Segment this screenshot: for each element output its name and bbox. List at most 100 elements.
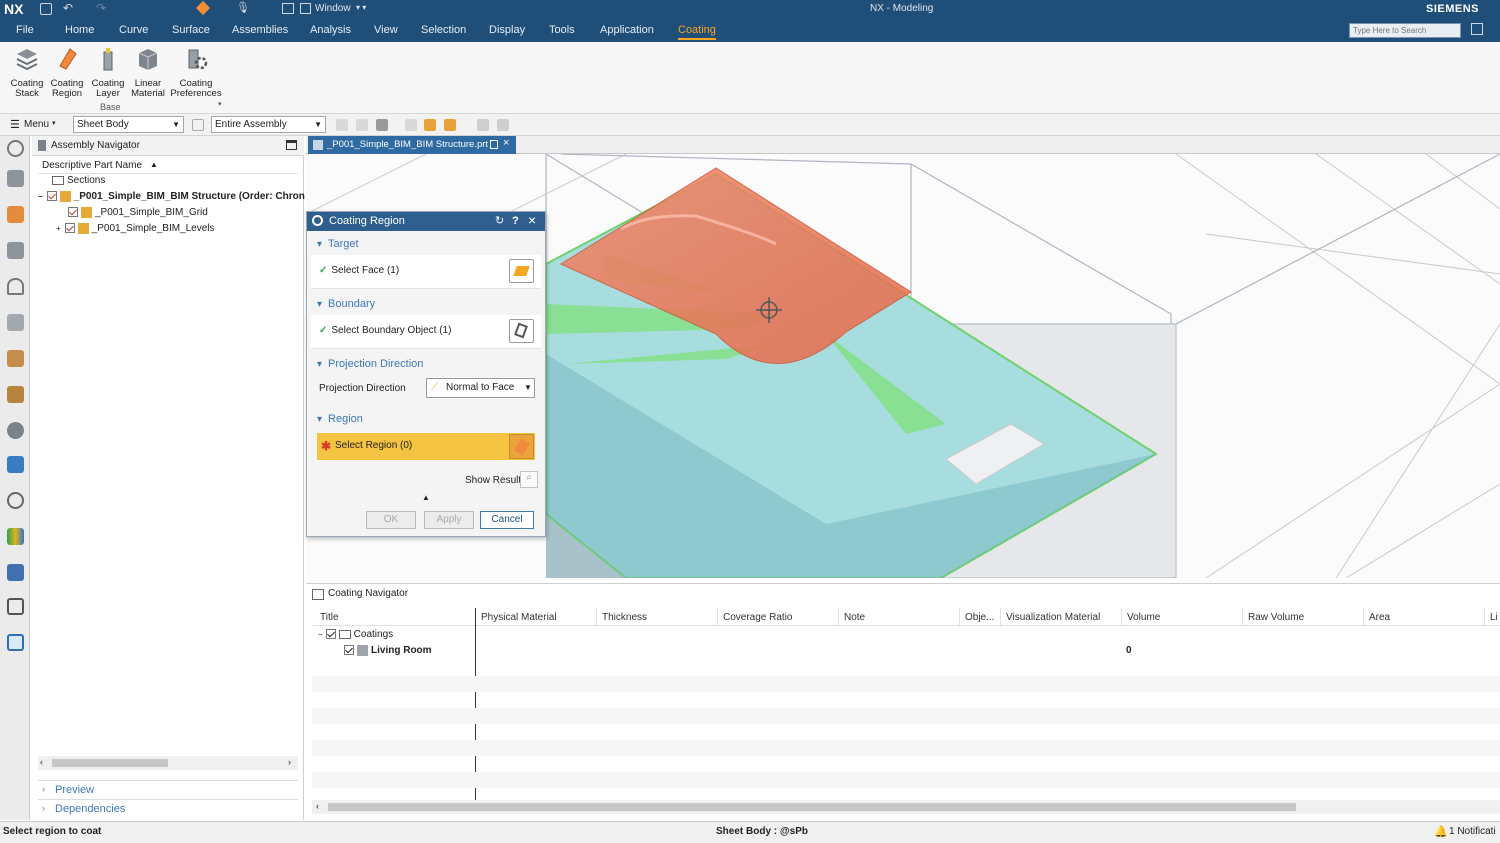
dialog-header[interactable]: Coating Region ↻ ? × xyxy=(307,212,545,231)
column-descriptive-part-name[interactable]: Descriptive Part Name xyxy=(42,160,142,171)
column-divider[interactable] xyxy=(717,608,718,626)
menu-tools[interactable]: Tools xyxy=(549,24,575,36)
select-region-row[interactable]: ✱ Select Region (0) xyxy=(317,433,535,460)
column-title[interactable]: Title xyxy=(320,612,339,623)
select-boundary-row[interactable]: ✓ Select Boundary Object (1) xyxy=(311,315,541,349)
column-divider[interactable] xyxy=(959,608,960,626)
visibility-checkbox[interactable] xyxy=(68,207,78,218)
horizontal-scrollbar[interactable]: ‹ › xyxy=(38,756,298,770)
window-menu[interactable]: Window xyxy=(315,3,351,14)
reuse-library-icon[interactable] xyxy=(7,242,24,259)
hamburger-icon[interactable]: ☰ xyxy=(10,118,20,131)
scrollbar-thumb[interactable] xyxy=(328,803,1296,811)
process-studio-icon[interactable] xyxy=(7,598,24,615)
reset-icon[interactable]: ↻ xyxy=(495,212,504,231)
coating-navigator-icon[interactable] xyxy=(7,386,24,403)
tree-row-bim-structure[interactable]: − _P001_Simple_BIM_BIM Structure (Order: … xyxy=(38,189,305,205)
column-divider[interactable] xyxy=(1484,608,1485,626)
tree-row-sections[interactable]: Sections xyxy=(52,173,105,189)
close-icon[interactable]: × xyxy=(528,211,536,230)
column-visualization-material[interactable]: Visualization Material xyxy=(1006,612,1100,623)
show-result-button[interactable]: ⌕ xyxy=(520,471,538,488)
redo-icon[interactable]: ↷ xyxy=(96,1,106,15)
snap-icon[interactable] xyxy=(424,119,436,131)
region-selector-button[interactable] xyxy=(509,434,534,459)
column-divider[interactable] xyxy=(1242,608,1243,626)
coating-quick-icon[interactable] xyxy=(195,0,211,16)
column-raw-volume[interactable]: Raw Volume xyxy=(1248,612,1304,623)
coating-preferences-button[interactable]: Coating Preferences xyxy=(170,46,222,99)
snap-icon[interactable] xyxy=(405,119,417,131)
close-icon[interactable]: × xyxy=(503,137,509,149)
expand-icon[interactable]: + xyxy=(56,224,61,233)
column-divider[interactable] xyxy=(1000,608,1001,626)
section-projection-direction[interactable]: Projection Direction xyxy=(317,358,423,370)
cancel-button[interactable]: Cancel xyxy=(480,511,534,529)
collapse-up-icon[interactable]: ▲ xyxy=(422,493,430,502)
section-boundary[interactable]: Boundary xyxy=(317,298,375,310)
undo-icon[interactable]: ↶ xyxy=(63,1,73,15)
boundary-selector-button[interactable] xyxy=(509,319,534,343)
section-target[interactable]: Target xyxy=(317,238,359,250)
table-row[interactable]: − Coatings xyxy=(318,627,393,643)
column-header[interactable]: Descriptive Part Name ▲ xyxy=(38,158,298,174)
menu-assemblies[interactable]: Assemblies xyxy=(232,24,288,36)
selection-tool-icon[interactable] xyxy=(336,119,348,131)
filter-icon[interactable] xyxy=(192,119,204,131)
gear-icon[interactable] xyxy=(7,140,24,157)
coating-layer-button[interactable]: Coating Layer xyxy=(88,46,128,99)
menu-curve[interactable]: Curve xyxy=(119,24,148,36)
ok-button[interactable]: OK xyxy=(366,511,416,529)
window-icon[interactable] xyxy=(282,3,294,14)
menu-view[interactable]: View xyxy=(374,24,398,36)
column-coverage-ratio[interactable]: Coverage Ratio xyxy=(723,612,792,623)
maximize-icon[interactable] xyxy=(286,140,297,150)
undock-icon[interactable] xyxy=(490,140,498,149)
visibility-checkbox[interactable] xyxy=(344,645,354,656)
visibility-checkbox[interactable] xyxy=(325,629,336,640)
group-expand-icon[interactable]: ▾ xyxy=(218,100,222,108)
drafting-icon[interactable] xyxy=(7,634,24,651)
selection-tool-icon[interactable] xyxy=(376,119,388,131)
menu-selection[interactable]: Selection xyxy=(421,24,466,36)
help-icon[interactable]: ? xyxy=(512,212,519,231)
projection-direction-dropdown[interactable]: ⟋ Normal to Face ▼ xyxy=(426,378,535,398)
tree-row-levels[interactable]: + _P001_Simple_BIM_Levels xyxy=(56,221,215,237)
column-note[interactable]: Note xyxy=(844,612,865,623)
selection-tool-icon[interactable] xyxy=(356,119,368,131)
select-face-row[interactable]: ✓ Select Face (1) xyxy=(311,255,541,289)
menu-home[interactable]: Home xyxy=(65,24,94,36)
snap-icon[interactable] xyxy=(497,119,509,131)
sort-ascending-icon[interactable]: ▲ xyxy=(150,160,158,169)
column-divider[interactable] xyxy=(1121,608,1122,626)
menu-coating[interactable]: Coating xyxy=(678,24,716,40)
apply-button[interactable]: Apply xyxy=(424,511,474,529)
visibility-checkbox[interactable] xyxy=(46,191,57,202)
notifications-count[interactable]: 1 Notificati xyxy=(1449,826,1496,837)
snap-icon[interactable] xyxy=(477,119,489,131)
coating-stack-button[interactable]: Coating Stack xyxy=(7,46,47,99)
column-li[interactable]: Li xyxy=(1490,612,1498,623)
column-thickness[interactable]: Thickness xyxy=(602,612,647,623)
column-physical-material[interactable]: Physical Material xyxy=(481,612,557,623)
dependencies-panel[interactable]: › Dependencies xyxy=(38,799,298,817)
scroll-right-icon[interactable]: › xyxy=(288,757,291,767)
coating-region-button[interactable]: Coating Region xyxy=(47,46,87,99)
history-icon[interactable] xyxy=(7,422,24,439)
document-tab[interactable]: _P001_Simple_BIM_BIM Structure.prt × xyxy=(308,136,516,154)
menu-file[interactable]: File xyxy=(16,24,34,36)
search-input[interactable] xyxy=(1349,23,1461,38)
palette-icon[interactable] xyxy=(7,528,24,545)
scroll-left-icon[interactable]: ‹ xyxy=(316,801,319,811)
collapse-icon[interactable]: − xyxy=(38,192,43,201)
part-navigator-icon[interactable] xyxy=(7,206,24,223)
snap-icon[interactable] xyxy=(444,119,456,131)
tree-row-grid[interactable]: _P001_Simple_BIM_Grid xyxy=(68,205,208,221)
preview-panel[interactable]: › Preview xyxy=(38,780,298,798)
roles-icon[interactable] xyxy=(7,350,24,367)
microphone-icon[interactable]: 🎙 xyxy=(236,1,250,14)
assembly-navigator-icon[interactable] xyxy=(7,170,24,187)
chevron-down-icon[interactable]: ▾ ▾ xyxy=(356,3,366,12)
bell-icon[interactable]: 🔔 xyxy=(1434,825,1448,838)
chevron-down-icon[interactable]: ▾ xyxy=(52,119,56,127)
